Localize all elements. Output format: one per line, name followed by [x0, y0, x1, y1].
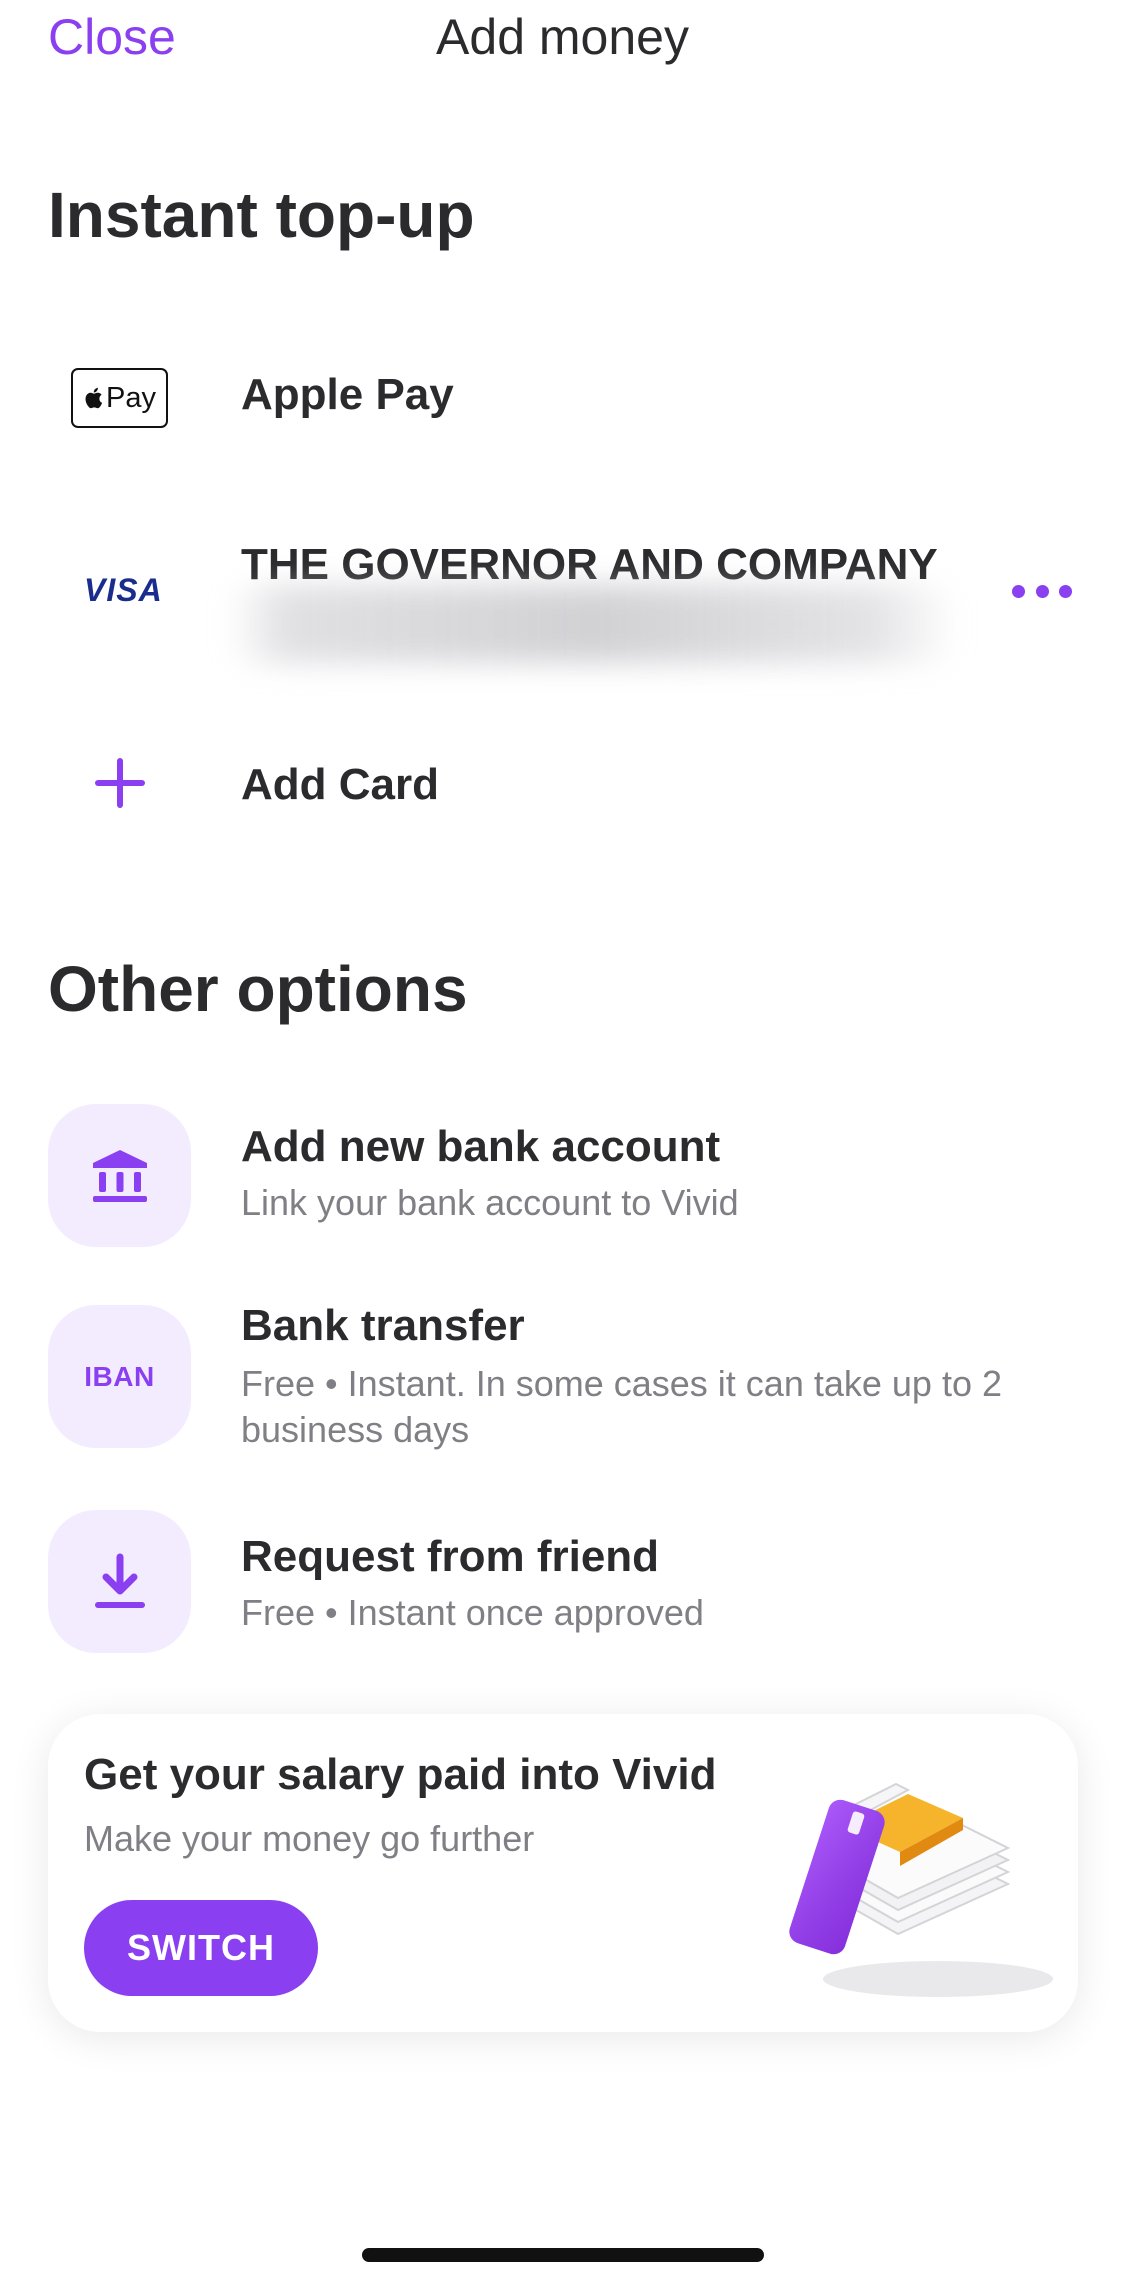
- more-dots-icon[interactable]: [1012, 583, 1072, 599]
- bank-icon: [92, 1149, 147, 1202]
- home-indicator: [362, 2248, 764, 2262]
- saved-card-row[interactable]: VISA THE GOVERNOR AND COMPANY: [0, 520, 1125, 670]
- plus-icon: [95, 758, 145, 808]
- iban-icon-tile: IBAN: [48, 1305, 191, 1448]
- add-card-label: Add Card: [241, 760, 439, 809]
- dot: [1059, 584, 1072, 598]
- dot: [1012, 584, 1025, 598]
- promo-title: Get your salary paid into Vivid: [84, 1750, 717, 1799]
- option-title: Bank transfer: [241, 1301, 525, 1350]
- apple-pay-row[interactable]: Pay Apple Pay: [0, 330, 1125, 470]
- option-bank-transfer[interactable]: IBAN Bank transfer Free • Instant. In so…: [0, 1301, 1125, 1465]
- option-title: Add new bank account: [241, 1122, 721, 1171]
- apple-pay-label: Apple Pay: [241, 370, 454, 419]
- visa-logo: VISA: [84, 572, 163, 608]
- card-issuer-name: THE GOVERNOR AND COMPANY: [241, 540, 938, 589]
- apple-pay-icon: Pay: [71, 368, 168, 428]
- cards-stack-illustration: [789, 1782, 1053, 1997]
- promo-subtitle: Make your money go further: [84, 1818, 535, 1859]
- apple-pay-badge-text: Pay: [106, 381, 156, 414]
- option-add-bank-account[interactable]: Add new bank account Link your bank acco…: [0, 1100, 1125, 1250]
- option-subtitle: Free • Instant once approved: [241, 1592, 704, 1633]
- instant-topup-heading: Instant top-up: [48, 179, 475, 251]
- salary-promo-card: Get your salary paid into Vivid Make you…: [48, 1714, 1078, 2032]
- page-title: Add money: [436, 9, 689, 65]
- bank-icon-tile: [48, 1104, 191, 1247]
- add-money-screen: Close Add money Instant top-up Pay Apple…: [0, 0, 1125, 2284]
- other-options-heading: Other options: [48, 953, 468, 1025]
- card-details-redacted: [228, 585, 958, 663]
- navigation-bar: Close Add money: [0, 0, 1125, 80]
- option-request-from-friend[interactable]: Request from friend Free • Instant once …: [0, 1510, 1125, 1660]
- switch-button[interactable]: SWITCH: [84, 1900, 318, 1996]
- dot: [1035, 584, 1049, 598]
- apple-logo-icon: [85, 387, 103, 409]
- option-subtitle: Free • Instant. In some cases it can tak…: [241, 1363, 1002, 1450]
- download-icon-tile: [48, 1510, 191, 1653]
- download-icon: [94, 1553, 145, 1608]
- iban-icon: IBAN: [84, 1360, 155, 1392]
- option-title: Request from friend: [241, 1532, 660, 1581]
- add-card-row[interactable]: Add Card: [0, 720, 1125, 850]
- option-subtitle: Link your bank account to Vivid: [241, 1182, 739, 1223]
